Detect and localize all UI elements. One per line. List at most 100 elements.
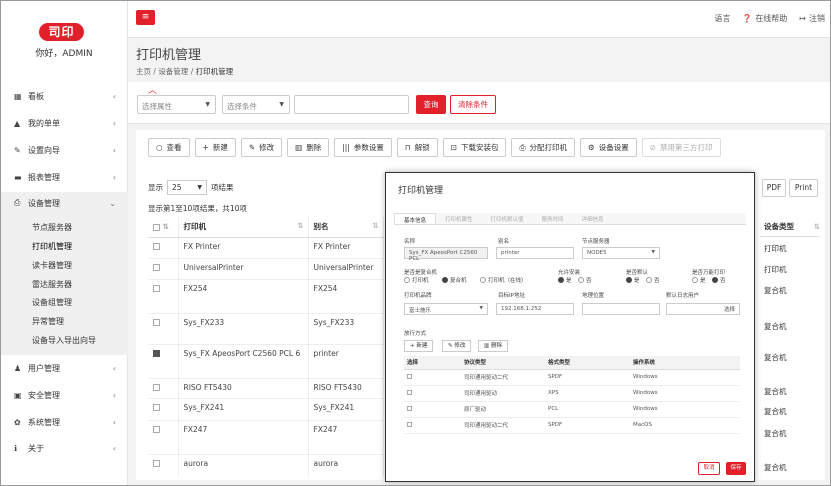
row-checkbox[interactable] <box>407 389 412 395</box>
params-button[interactable]: ||| 参数设置 <box>334 138 392 157</box>
tab-basic-info[interactable]: 基本信息 <box>394 213 437 224</box>
page-size-select[interactable]: 25 ▼ <box>167 180 207 195</box>
allow-install-yes[interactable]: 是 <box>558 276 572 284</box>
row-select-cell[interactable] <box>148 343 179 378</box>
row-checkbox[interactable] <box>407 373 412 379</box>
row-checkbox[interactable] <box>153 384 160 391</box>
sidebar-item-my-orders[interactable]: ▲ 我的单单 ‹ <box>0 112 128 134</box>
row-checkbox[interactable] <box>153 319 160 326</box>
row-checkbox[interactable] <box>153 404 160 411</box>
save-button[interactable]: 保存 <box>726 462 746 475</box>
radio-online-printer[interactable]: 打印机（在线） <box>480 276 527 284</box>
breadcrumb-home[interactable]: 主页 <box>136 67 151 76</box>
table-row[interactable]: Sys_FX ApeosPort C2560 PCL 6 printer <box>148 343 384 378</box>
release-edit-button[interactable]: ✎ 修改 <box>442 340 472 352</box>
new-button[interactable]: + 新建 <box>194 138 236 157</box>
row-checkbox[interactable] <box>153 264 160 271</box>
unlock-button[interactable]: ⊓ 解锁 <box>396 138 438 157</box>
property-select[interactable]: 选择属性 ▼ <box>137 95 216 114</box>
tab-details[interactable]: 详细信息 <box>573 213 613 224</box>
table-row[interactable]: Sys_FX233 Sys_FX233 <box>148 312 384 344</box>
row-select-cell[interactable] <box>148 257 179 279</box>
row-checkbox[interactable] <box>153 460 160 467</box>
row-checkbox[interactable] <box>153 285 160 292</box>
sidebar-item-wizard[interactable]: ✎ 设置向导 ‹ <box>0 139 128 161</box>
row-select-cell[interactable] <box>404 385 461 402</box>
table-row[interactable]: Sys_FX241 Sys_FX241 <box>148 397 384 420</box>
is-universal-yes[interactable]: 是 <box>692 276 706 284</box>
disable-third-party-button[interactable]: ⊘ 禁用第三方打印 <box>641 138 721 157</box>
name-field[interactable]: Sys_FX ApeosPort C2560 PCL <box>404 247 488 262</box>
delete-button[interactable]: ▥ 删除 <box>287 138 330 157</box>
release-method-row[interactable]: 司印通用驱动 XPS Windows <box>404 385 740 402</box>
row-select-cell[interactable] <box>148 397 179 420</box>
logout-link[interactable]: ↦ 注销 <box>799 13 825 24</box>
table-row[interactable]: RISO FT5430 RISO FT5430 <box>148 377 384 398</box>
select-all-header[interactable]: ⇅ <box>148 217 179 238</box>
tab-printer-defaults[interactable]: 打印机默认值 <box>482 213 533 224</box>
row-select-cell[interactable] <box>148 236 179 258</box>
view-button[interactable]: ○ 查看 <box>148 138 190 157</box>
sidebar-item-dashboard[interactable]: ▦ 看板 ‹ <box>0 85 128 107</box>
row-checkbox[interactable] <box>153 243 160 250</box>
release-method-row[interactable]: 司印通用驱动二代 SPDF Windows <box>404 369 740 386</box>
table-row[interactable]: FX Printer FX Printer <box>148 236 384 258</box>
is-default-no[interactable]: 否 <box>646 276 660 284</box>
sidebar-item-users[interactable]: ♟ 用户管理 ‹ <box>0 357 128 379</box>
submenu-radar-servers[interactable]: 雷达服务器 <box>32 279 72 290</box>
device-settings-button[interactable]: ⚙ 设备设置 <box>579 138 637 157</box>
row-select-cell[interactable] <box>148 419 179 454</box>
radio-printer[interactable]: 打印机 <box>404 276 429 284</box>
filter-value-input[interactable] <box>294 95 409 114</box>
language-link[interactable]: 语言 <box>714 13 730 24</box>
select-user-link[interactable]: 选择 <box>724 305 735 313</box>
edit-button[interactable]: ✎ 修改 <box>240 138 283 157</box>
row-select-cell[interactable] <box>148 377 179 398</box>
sidebar-item-security[interactable]: ▣ 安全管理 ‹ <box>0 384 128 406</box>
default-user-field[interactable]: 选择 <box>666 303 740 315</box>
condition-select[interactable]: 选择条件 ▼ <box>222 95 290 114</box>
release-new-button[interactable]: + 新建 <box>404 340 434 352</box>
pdf-button[interactable]: PDF <box>762 179 786 197</box>
sidebar-item-devices[interactable]: ⎙ 设备管理 ⌄ <box>0 192 128 214</box>
assign-printer-button[interactable]: ⎙ 分配打印机 <box>511 138 575 157</box>
clear-conditions-button[interactable]: 清除条件 <box>450 95 496 114</box>
target-ip-field[interactable]: 192.168.1.252 <box>496 303 574 315</box>
release-delete-button[interactable]: ▥ 删除 <box>478 340 508 352</box>
row-checkbox[interactable] <box>407 405 412 411</box>
row-checkbox[interactable] <box>153 426 160 433</box>
submenu-card-readers[interactable]: 读卡器管理 <box>32 260 72 271</box>
table-row[interactable]: FX254 FX254 <box>148 278 384 313</box>
select-all-checkbox[interactable] <box>153 223 160 231</box>
menu-toggle-button[interactable]: ≡ <box>136 10 155 25</box>
row-select-cell[interactable] <box>404 369 461 386</box>
alias-field[interactable]: printer <box>496 247 574 259</box>
column-header-device-type[interactable]: 设备类型 ⇅ <box>760 217 820 237</box>
release-method-row[interactable]: 原厂驱动 PCL Windows <box>404 401 740 418</box>
column-header-printer[interactable]: 打印机 ⇅ <box>178 217 309 238</box>
radio-mfp[interactable]: 复合机 <box>442 276 467 284</box>
row-select-cell[interactable] <box>404 401 461 418</box>
row-checkbox[interactable] <box>153 350 160 357</box>
row-checkbox[interactable] <box>407 421 412 427</box>
cancel-button[interactable]: 取消 <box>698 462 720 475</box>
breadcrumb-devices[interactable]: 设备管理 <box>158 67 188 76</box>
download-package-button[interactable]: ⊡ 下载安装包 <box>442 138 507 157</box>
sidebar-item-reports[interactable]: ▬ 报表管理 ‹ <box>0 166 128 188</box>
row-select-cell[interactable] <box>404 417 461 434</box>
node-server-select[interactable]: NODE5 ▼ <box>582 247 660 259</box>
column-header-alias[interactable]: 别名 ⇅ <box>308 217 384 238</box>
allow-install-no[interactable]: 否 <box>578 276 592 284</box>
location-field[interactable] <box>582 303 660 315</box>
brand-select[interactable]: 富士施乐 ▼ <box>404 303 488 315</box>
submenu-device-groups[interactable]: 设备组管理 <box>32 297 72 308</box>
sidebar-item-about[interactable]: ℹ 关于 ‹ <box>0 437 128 459</box>
table-row[interactable]: aurora aurora <box>148 453 384 476</box>
table-row[interactable]: UniversalPrinter UniversalPrinter <box>148 257 384 279</box>
is-universal-no[interactable]: 否 <box>712 276 726 284</box>
query-button[interactable]: 查询 <box>416 95 446 114</box>
submenu-import-export[interactable]: 设备导入导出向导 <box>32 335 96 346</box>
print-button[interactable]: Print <box>789 179 818 197</box>
help-link[interactable]: ❓ 在线帮助 <box>742 13 787 24</box>
submenu-node-servers[interactable]: 节点服务器 <box>32 222 72 233</box>
